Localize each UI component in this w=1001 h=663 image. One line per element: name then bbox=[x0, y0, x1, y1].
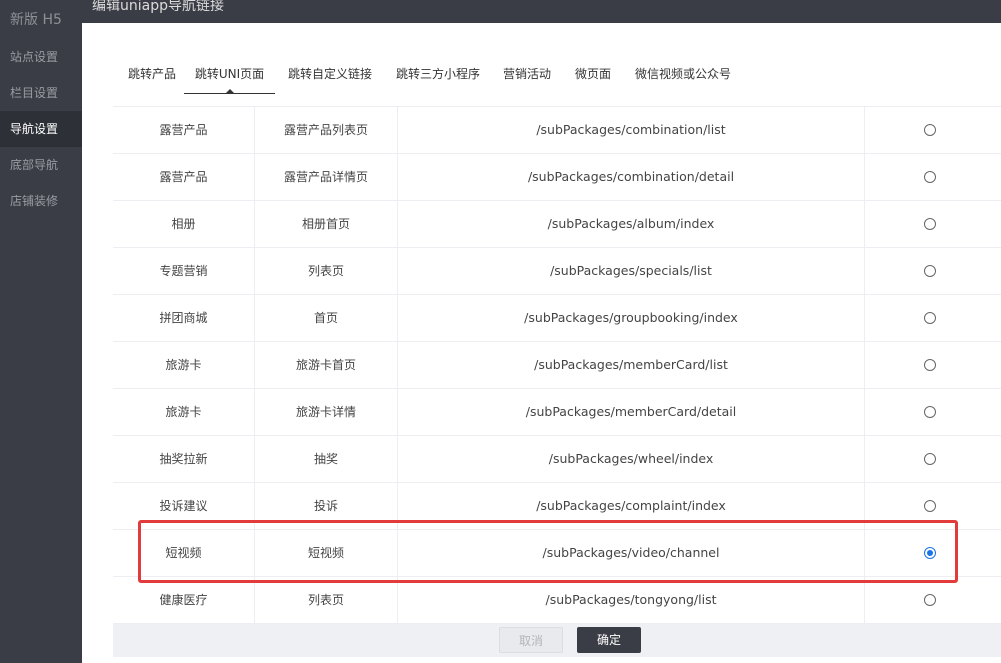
cell-page: 露营产品详情页 bbox=[255, 154, 398, 200]
sidebar-item-site-settings[interactable]: 站点设置 bbox=[0, 39, 82, 75]
tab-uni-page[interactable]: 跳转UNI页面 bbox=[184, 56, 275, 94]
cell-path: /subPackages/specials/list bbox=[398, 248, 865, 294]
cell-page: 相册首页 bbox=[255, 201, 398, 247]
sidebar-item-nav-settings[interactable]: 导航设置 bbox=[0, 111, 82, 147]
cell-page: 抽奖 bbox=[255, 436, 398, 482]
row-radio[interactable] bbox=[924, 406, 936, 418]
cell-select bbox=[865, 248, 1001, 294]
cell-select bbox=[865, 201, 1001, 247]
cell-module: 露营产品 bbox=[113, 107, 255, 153]
tab-custom-link[interactable]: 跳转自定义链接 bbox=[286, 56, 374, 93]
sidebar-item-label: 栏目设置 bbox=[10, 86, 59, 100]
cell-select bbox=[865, 436, 1001, 482]
cell-path: /subPackages/tongyong/list bbox=[398, 577, 865, 623]
cell-select bbox=[865, 389, 1001, 435]
cell-path: /subPackages/combination/detail bbox=[398, 154, 865, 200]
cell-module: 旅游卡 bbox=[113, 342, 255, 388]
tab-label: 跳转产品 bbox=[127, 67, 176, 81]
cell-select bbox=[865, 107, 1001, 153]
cell-select bbox=[865, 577, 1001, 623]
table-row[interactable]: 露营产品 露营产品详情页 /subPackages/combination/de… bbox=[113, 154, 1001, 201]
cell-module: 旅游卡 bbox=[113, 389, 255, 435]
table-row[interactable]: 拼团商城 首页 /subPackages/groupbooking/index bbox=[113, 295, 1001, 342]
table-row[interactable]: 旅游卡 旅游卡详情 /subPackages/memberCard/detail bbox=[113, 389, 1001, 436]
tab-label: 微页面 bbox=[574, 67, 611, 81]
cell-path: /subPackages/wheel/index bbox=[398, 436, 865, 482]
tab-label: 营销活动 bbox=[502, 67, 551, 81]
cell-module: 抽奖拉新 bbox=[113, 436, 255, 482]
cell-select bbox=[865, 154, 1001, 200]
row-radio[interactable] bbox=[924, 500, 936, 512]
sidebar-item-label: 导航设置 bbox=[10, 122, 59, 136]
row-radio[interactable] bbox=[924, 453, 936, 465]
tab-label: 跳转三方小程序 bbox=[395, 67, 480, 81]
cell-path: /subPackages/combination/list bbox=[398, 107, 865, 153]
table-row[interactable]: 相册 相册首页 /subPackages/album/index bbox=[113, 201, 1001, 248]
row-radio[interactable] bbox=[924, 265, 936, 277]
cell-select bbox=[865, 342, 1001, 388]
tab-label: 跳转自定义链接 bbox=[287, 67, 372, 81]
tab-product[interactable]: 跳转产品 bbox=[122, 56, 182, 93]
tab-marketing[interactable]: 营销活动 bbox=[501, 56, 553, 93]
cell-module: 专题营销 bbox=[113, 248, 255, 294]
cell-path: /subPackages/memberCard/detail bbox=[398, 389, 865, 435]
sidebar-item-bottom-nav[interactable]: 底部导航 bbox=[0, 147, 82, 183]
cell-select bbox=[865, 295, 1001, 341]
cell-module: 拼团商城 bbox=[113, 295, 255, 341]
cell-page: 列表页 bbox=[255, 577, 398, 623]
sidebar-item-column-settings[interactable]: 栏目设置 bbox=[0, 75, 82, 111]
cell-page: 旅游卡详情 bbox=[255, 389, 398, 435]
table-row[interactable]: 露营产品 露营产品列表页 /subPackages/combination/li… bbox=[113, 107, 1001, 154]
cell-path: /subPackages/groupbooking/index bbox=[398, 295, 865, 341]
row-radio[interactable] bbox=[924, 312, 936, 324]
dialog-footer: 取消 确定 bbox=[113, 624, 1001, 657]
table-row[interactable]: 专题营销 列表页 /subPackages/specials/list bbox=[113, 248, 1001, 295]
dialog-title: 编辑uniapp导航链接 bbox=[92, 0, 224, 14]
tab-third-miniprogram[interactable]: 跳转三方小程序 bbox=[394, 56, 482, 93]
row-radio[interactable] bbox=[924, 124, 936, 136]
cell-page: 旅游卡首页 bbox=[255, 342, 398, 388]
row-radio[interactable] bbox=[924, 359, 936, 371]
table-row[interactable]: 健康医疗 列表页 /subPackages/tongyong/list bbox=[113, 577, 1001, 624]
row-radio[interactable] bbox=[924, 218, 936, 230]
cancel-button[interactable]: 取消 bbox=[499, 627, 563, 653]
sidebar-item-label: 底部导航 bbox=[10, 158, 59, 172]
tab-label: 跳转UNI页面 bbox=[194, 67, 265, 81]
sidebar-brand: 新版 H5 bbox=[10, 12, 62, 28]
confirm-button[interactable]: 确定 bbox=[577, 627, 641, 653]
cell-page: 首页 bbox=[255, 295, 398, 341]
sidebar: 新版 H5 站点设置 栏目设置 导航设置 底部导航 店铺装修 bbox=[0, 0, 82, 663]
cell-path: /subPackages/album/index bbox=[398, 201, 865, 247]
cell-page: 列表页 bbox=[255, 248, 398, 294]
cell-module: 健康医疗 bbox=[113, 577, 255, 623]
tab-label: 微信视频或公众号 bbox=[634, 67, 731, 81]
tab-micro-page[interactable]: 微页面 bbox=[573, 56, 613, 93]
caret-up-icon bbox=[225, 89, 234, 93]
row-radio[interactable] bbox=[924, 594, 936, 606]
sidebar-item-store-decoration[interactable]: 店铺装修 bbox=[0, 183, 82, 219]
cell-module: 露营产品 bbox=[113, 154, 255, 200]
cell-module: 相册 bbox=[113, 201, 255, 247]
tab-wechat-video[interactable]: 微信视频或公众号 bbox=[633, 56, 733, 93]
selection-highlight-box bbox=[138, 520, 958, 583]
dialog-header: 编辑uniapp导航链接 bbox=[82, 0, 1001, 23]
row-radio[interactable] bbox=[924, 171, 936, 183]
table-row[interactable]: 旅游卡 旅游卡首页 /subPackages/memberCard/list bbox=[113, 342, 1001, 389]
cell-page: 露营产品列表页 bbox=[255, 107, 398, 153]
cell-path: /subPackages/memberCard/list bbox=[398, 342, 865, 388]
sidebar-item-label: 站点设置 bbox=[10, 50, 59, 64]
sidebar-item-label: 店铺装修 bbox=[10, 194, 59, 208]
table-row[interactable]: 抽奖拉新 抽奖 /subPackages/wheel/index bbox=[113, 436, 1001, 483]
